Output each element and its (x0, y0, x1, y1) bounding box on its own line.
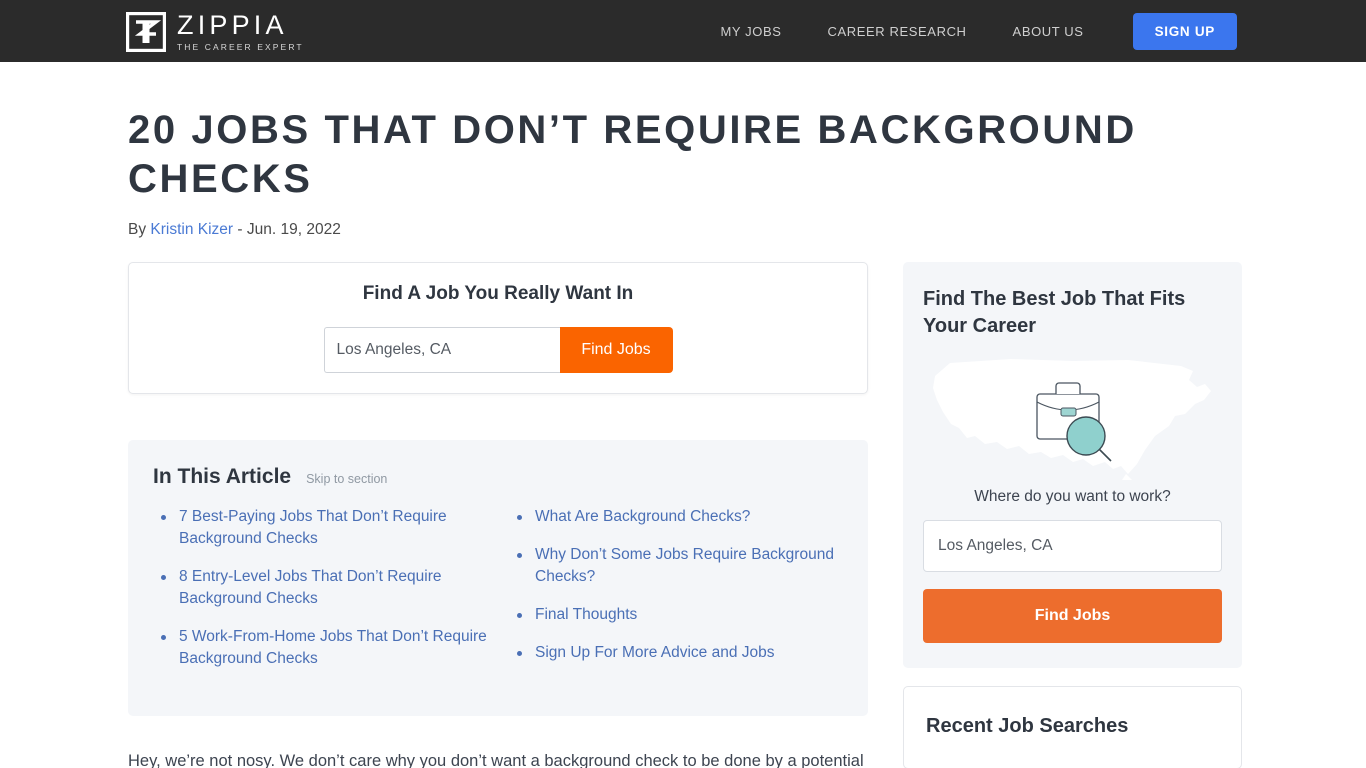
inline-search-form: Find Jobs (323, 327, 673, 373)
byline-prefix: By (128, 221, 147, 238)
inline-find-jobs-button[interactable]: Find Jobs (559, 327, 673, 373)
page-body: 20 Jobs That Don’t Require Background Ch… (0, 106, 1366, 768)
site-header: ZIPPIA THE CAREER EXPERT MY JOBS CAREER … (0, 0, 1366, 62)
list-item: What Are Background Checks? (509, 506, 843, 528)
find-best-job-card: Find The Best Job That Fits Your Career (903, 262, 1242, 668)
byline: By Kristin Kizer - Jun. 19, 2022 (128, 220, 1238, 240)
recent-job-searches-card: Recent Job Searches (903, 686, 1242, 768)
author-link[interactable]: Kristin Kizer (150, 221, 233, 238)
list-item: Sign Up For More Advice and Jobs (509, 642, 843, 664)
site-logo[interactable]: ZIPPIA THE CAREER EXPERT (126, 10, 304, 53)
article-column: Find A Job You Really Want In Find Jobs … (128, 240, 868, 768)
page-title: 20 Jobs That Don’t Require Background Ch… (128, 108, 1137, 201)
list-item: 5 Work-From-Home Jobs That Don’t Require… (153, 626, 487, 670)
list-item: 7 Best-Paying Jobs That Don’t Require Ba… (153, 506, 487, 550)
sidebar-find-jobs-button[interactable]: Find Jobs (923, 589, 1222, 643)
toc-link[interactable]: 7 Best-Paying Jobs That Don’t Require Ba… (179, 508, 447, 547)
us-map-briefcase-magnifier-icon (923, 354, 1222, 480)
toc-subtitle: Skip to section (306, 472, 388, 486)
toc-link[interactable]: What Are Background Checks? (535, 508, 750, 525)
toc-columns: 7 Best-Paying Jobs That Don’t Require Ba… (153, 506, 843, 686)
toc-link[interactable]: Why Don’t Some Jobs Require Background C… (535, 546, 834, 585)
sign-up-button[interactable]: SIGN UP (1132, 12, 1237, 50)
logo-wordmark: ZIPPIA (177, 10, 288, 40)
list-item: Why Don’t Some Jobs Require Background C… (509, 544, 843, 588)
inline-search-title: Find A Job You Really Want In (362, 283, 634, 304)
toc-title: In This Article (153, 465, 292, 488)
toc-link[interactable]: Sign Up For More Advice and Jobs (535, 644, 775, 661)
sidebar-card-title: Find The Best Job That Fits Your Career (923, 288, 1186, 337)
toc-link[interactable]: Final Thoughts (535, 606, 637, 623)
byline-date: - Jun. 19, 2022 (237, 221, 341, 238)
toc-link[interactable]: 5 Work-From-Home Jobs That Don’t Require… (179, 628, 487, 667)
logo-tagline: THE CAREER EXPERT (177, 42, 304, 52)
sidebar-column: Find The Best Job That Fits Your Career (903, 262, 1242, 768)
article-paragraph: Hey, we’re not nosy. We don’t care why y… (128, 752, 864, 768)
toc-list-right: What Are Background Checks? Why Don’t So… (509, 506, 843, 664)
inline-job-search-card: Find A Job You Really Want In Find Jobs (128, 262, 868, 394)
inline-location-input[interactable] (323, 327, 560, 373)
sidebar-location-input[interactable] (923, 520, 1222, 572)
content-row: Find A Job You Really Want In Find Jobs … (128, 240, 1242, 768)
zippia-z-logo-icon (126, 11, 166, 52)
toc-column-right: What Are Background Checks? Why Don’t So… (509, 506, 843, 686)
nav-my-jobs[interactable]: MY JOBS (697, 24, 804, 39)
list-item: Final Thoughts (509, 604, 843, 626)
main-navigation: MY JOBS CAREER RESEARCH ABOUT US SIGN UP (697, 12, 1237, 50)
toc-list-left: 7 Best-Paying Jobs That Don’t Require Ba… (153, 506, 487, 670)
toc-header: In This Article Skip to section (153, 465, 843, 489)
nav-career-research[interactable]: CAREER RESEARCH (805, 24, 990, 39)
recent-searches-title: Recent Job Searches (926, 715, 1129, 737)
list-item: 8 Entry-Level Jobs That Don’t Require Ba… (153, 566, 487, 610)
in-this-article-card: In This Article Skip to section 7 Best-P… (128, 440, 868, 716)
toc-column-left: 7 Best-Paying Jobs That Don’t Require Ba… (153, 506, 487, 686)
nav-about-us[interactable]: ABOUT US (990, 24, 1107, 39)
toc-link[interactable]: 8 Entry-Level Jobs That Don’t Require Ba… (179, 568, 442, 607)
sidebar-location-label: Where do you want to work? (974, 488, 1171, 505)
